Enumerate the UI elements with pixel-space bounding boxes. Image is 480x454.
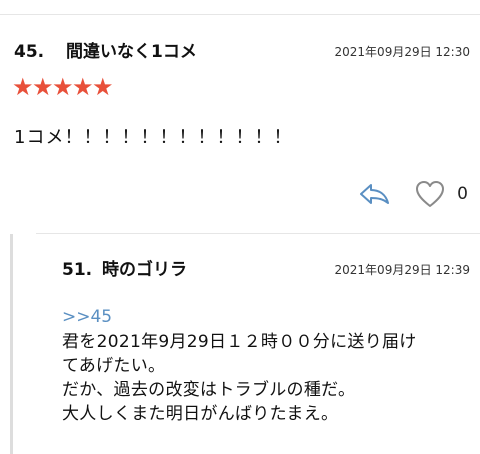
reply-body-line: 大人しくまた明日がんばりたまえ。 (62, 404, 339, 424)
comment-header: 45. 間違いなく1コメ 2021年09月29日 12:30 (14, 40, 470, 64)
reply-body: 君を2021年9月29日１２時００分に送り届け てあげたい。 だか、過去の改変は… (62, 330, 472, 426)
reply-thread-line (10, 234, 13, 454)
star-icon: ★ (32, 73, 54, 101)
star-icon: ★ (52, 73, 74, 101)
reply-body-line: てあげたい。 (62, 356, 166, 376)
reply-body-line: だか、過去の改変はトラブルの種だ。 (62, 380, 356, 400)
divider (36, 233, 480, 234)
star-icon: ★ (92, 73, 114, 101)
star-rating: ★ ★ ★ ★ ★ (12, 73, 114, 101)
divider (0, 14, 480, 15)
comment-number: 45. (14, 42, 45, 62)
comment-body: 1コメ！！！！！！！！！！！！ (14, 127, 293, 148)
reply-commenter-name: 時のゴリラ (102, 260, 187, 280)
like-count: 0 (457, 184, 468, 204)
star-icon: ★ (72, 73, 94, 101)
heart-icon[interactable] (415, 179, 445, 209)
comment-thread: 45. 間違いなく1コメ 2021年09月29日 12:30 ★ ★ ★ ★ ★ 1コメ… (0, 0, 480, 454)
reply-body-line: 君を2021年9月29日１２時００分に送り届け (62, 332, 417, 352)
comment-actions: 0 (357, 176, 468, 212)
comment-date: 2021年09月29日 12:30 (334, 45, 470, 59)
commenter-name: 間違いなく1コメ (66, 42, 197, 62)
reply-date: 2021年09月29日 12:39 (334, 263, 470, 277)
reply-anchor-link[interactable]: >>45 (62, 306, 112, 328)
star-icon: ★ (12, 73, 34, 101)
reply-number: 51. (62, 260, 93, 280)
reply-header: 51. 時のゴリラ 2021年09月29日 12:39 (62, 258, 470, 282)
reply-arrow-icon[interactable] (357, 179, 391, 209)
